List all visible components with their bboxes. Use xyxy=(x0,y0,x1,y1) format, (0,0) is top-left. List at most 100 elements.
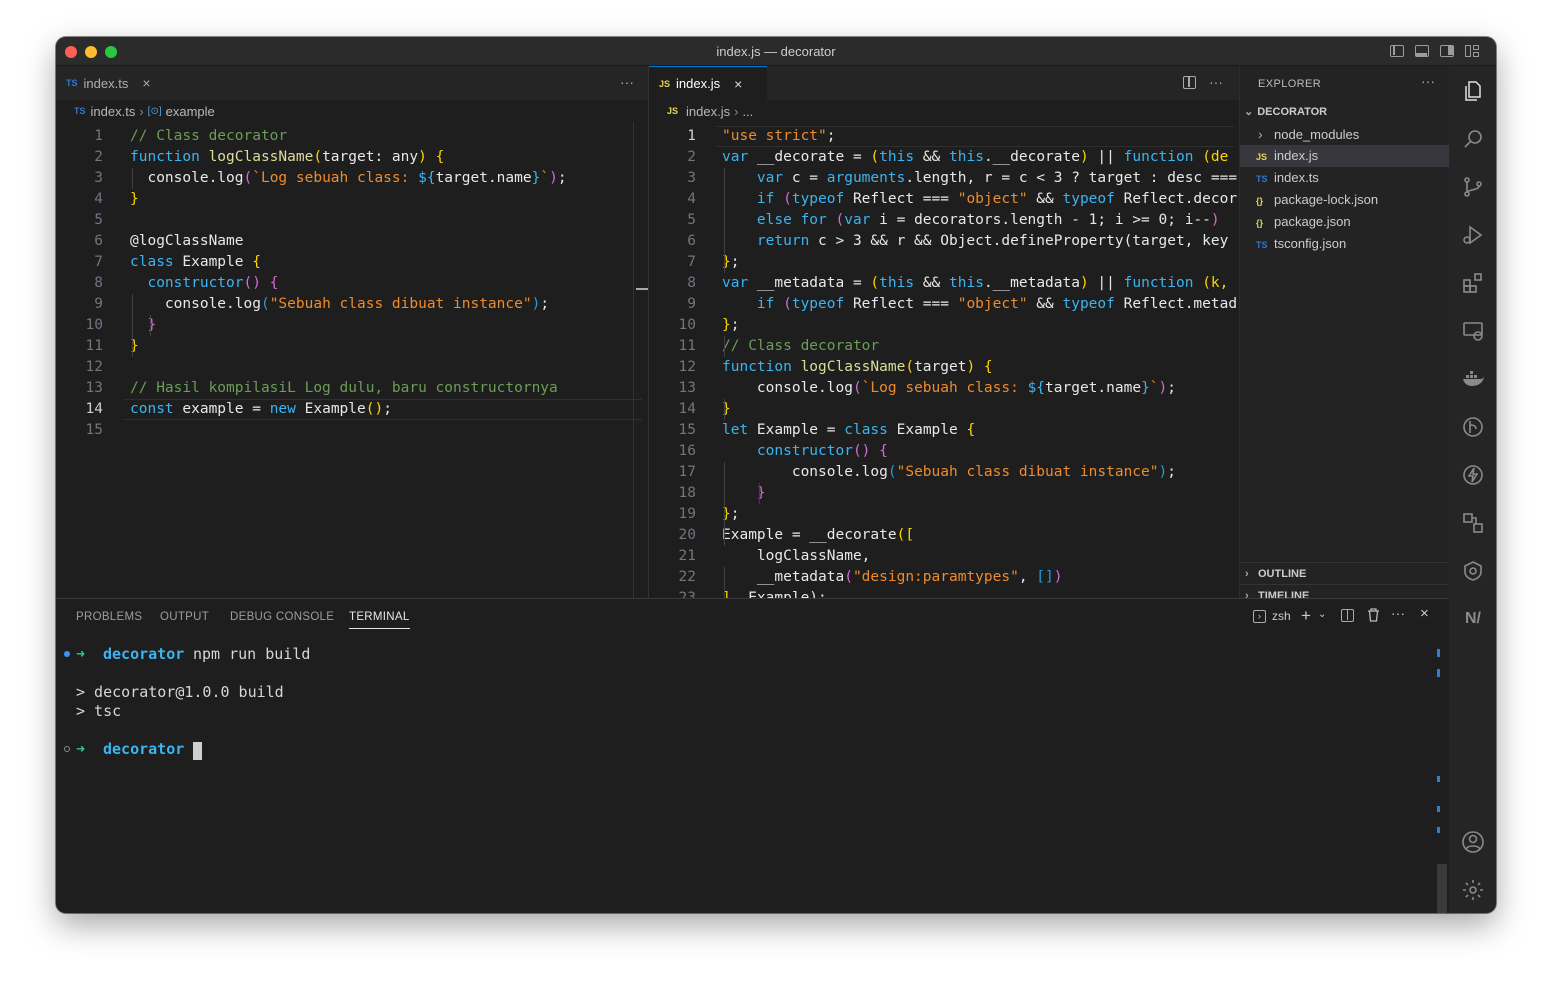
explorer-title: EXPLORER xyxy=(1258,78,1322,90)
settings-icon[interactable] xyxy=(1460,877,1486,903)
more-actions-icon[interactable]: ··· xyxy=(620,74,634,90)
code-token: || xyxy=(1088,149,1124,165)
code-token: this xyxy=(879,149,923,165)
code-token: logClassName xyxy=(208,149,314,165)
file-tree-item[interactable]: {} package-lock.json xyxy=(1240,189,1449,211)
breadcrumb-symbol[interactable]: example xyxy=(166,104,215,119)
root-folder-label: DECORATOR xyxy=(1257,106,1328,118)
js-file-icon: JS xyxy=(1256,152,1268,162)
files-icon[interactable] xyxy=(1460,78,1486,104)
outline-section[interactable]: › OUTLINE xyxy=(1240,562,1449,584)
file-tree-item[interactable]: TS tsconfig.json xyxy=(1240,233,1449,255)
code-token: target.name xyxy=(1045,380,1142,396)
terminal-scrollbar[interactable] xyxy=(1437,864,1447,913)
code-token: } xyxy=(130,317,157,333)
trash-icon[interactable] xyxy=(1367,608,1380,627)
left-code-area[interactable]: 1 // Class decorator 2 function logClassNam… xyxy=(56,122,648,598)
code-token: // Hasil kompilasiL Log dulu, baru const… xyxy=(130,380,558,396)
terminal-shell-selector[interactable]: › zsh xyxy=(1253,609,1291,623)
customize-layout-icon[interactable] xyxy=(1465,45,1479,57)
code-token: } xyxy=(1141,380,1150,396)
code-token: c = xyxy=(791,170,827,186)
code-token: typeof xyxy=(791,191,853,207)
code-token: logClassName, xyxy=(722,548,871,564)
right-code-area[interactable]: 1 "use strict"; 2 var __decorate = (this &&… xyxy=(649,122,1239,598)
more-actions-icon[interactable]: ··· xyxy=(1209,74,1223,90)
line-number: 5 xyxy=(94,212,103,228)
code-line: // Hasil kompilasiL Log dulu, baru const… xyxy=(130,378,558,399)
breadcrumb-symbol[interactable]: ... xyxy=(742,104,753,119)
title-bar: index.js — decorator xyxy=(56,37,1496,66)
gitlens-icon[interactable] xyxy=(1460,414,1486,440)
minimap-scrollbar[interactable] xyxy=(633,122,648,598)
variable-icon: [⊙] xyxy=(147,105,162,117)
file-tree-item[interactable]: {} package.json xyxy=(1240,211,1449,233)
breadcrumb-file[interactable]: index.ts xyxy=(91,104,136,119)
file-tree-item[interactable]: JS index.js xyxy=(1240,145,1449,167)
panel-tab-terminal[interactable]: TERMINAL xyxy=(349,611,410,629)
code-token: && xyxy=(922,275,950,291)
ts-file-icon: TS xyxy=(1256,174,1268,184)
terminal-output-line: > tsc xyxy=(76,702,122,720)
breadcrumb: TS index.ts › [⊙] example xyxy=(56,100,648,122)
code-token: ( xyxy=(313,149,323,165)
search-icon[interactable] xyxy=(1460,126,1486,152)
code-line: constructor() { xyxy=(722,441,888,462)
source-control-icon[interactable] xyxy=(1460,174,1486,200)
account-icon[interactable] xyxy=(1460,829,1486,855)
panel-tab-debug-console[interactable]: DEBUG CONSOLE xyxy=(230,611,334,623)
file-name: tsconfig.json xyxy=(1274,236,1347,251)
file-tree-item[interactable]: TS index.ts xyxy=(1240,167,1449,189)
code-token: ) xyxy=(1053,569,1063,585)
docker-icon[interactable] xyxy=(1460,366,1486,392)
panel-tab-output[interactable]: OUTPUT xyxy=(160,611,209,623)
line-number: 15 xyxy=(85,422,103,438)
toggle-secondary-sidebar-icon[interactable] xyxy=(1440,45,1454,57)
live-share-icon[interactable] xyxy=(1460,510,1486,536)
run-debug-icon[interactable] xyxy=(1460,222,1486,248)
code-token: example = xyxy=(182,401,270,417)
tab-index-js[interactable]: JS index.js × xyxy=(649,66,767,100)
code-token: ) xyxy=(549,170,558,186)
close-icon[interactable]: × xyxy=(734,76,742,92)
chevron-down-icon[interactable]: ⌄ xyxy=(1318,609,1326,620)
split-editor-icon[interactable] xyxy=(1183,76,1196,89)
more-actions-icon[interactable]: ··· xyxy=(1421,73,1435,89)
split-terminal-icon[interactable] xyxy=(1341,609,1354,622)
line-number: 1 xyxy=(94,128,103,144)
code-line: var __decorate = (this && this.__decorat… xyxy=(722,147,1228,168)
security-icon[interactable] xyxy=(1460,558,1486,584)
chevron-right-icon: › xyxy=(1245,568,1249,580)
prompt-arrow-icon: ➜ xyxy=(76,645,86,663)
panel-tab-problems[interactable]: PROBLEMS xyxy=(76,611,142,623)
indent-guide xyxy=(724,462,725,546)
file-tree-item[interactable]: › node_modules xyxy=(1240,123,1449,145)
window-title: index.js — decorator xyxy=(716,44,836,59)
code-token: class xyxy=(844,422,897,438)
code-line: console.log("Sebuah class dibuat instanc… xyxy=(130,294,549,315)
tab-index-ts[interactable]: TS index.ts × xyxy=(56,66,174,100)
code-token: `Log sebuah class: xyxy=(252,170,419,186)
add-terminal-icon[interactable]: + xyxy=(1301,606,1311,626)
breadcrumb-file[interactable]: index.js xyxy=(686,104,730,119)
toggle-sidebar-icon[interactable] xyxy=(1390,45,1404,57)
thunder-client-icon[interactable] xyxy=(1460,462,1486,488)
terminal-icon: › xyxy=(1253,609,1266,623)
explorer-root-folder[interactable]: ⌄ DECORATOR xyxy=(1240,101,1449,123)
toggle-panel-icon[interactable] xyxy=(1415,45,1429,57)
terminal-cursor xyxy=(193,742,202,760)
close-icon[interactable]: × xyxy=(142,75,150,91)
close-panel-icon[interactable]: × xyxy=(1420,605,1429,622)
line-number: 14 xyxy=(85,401,103,417)
code-line: var c = arguments.length, r = c < 3 ? ta… xyxy=(722,168,1237,189)
code-line: } xyxy=(130,189,139,210)
line-number: 3 xyxy=(94,170,103,186)
code-line: function logClassName(target) { xyxy=(722,357,993,378)
line-number: 22 xyxy=(678,569,696,585)
nx-icon[interactable]: N/ xyxy=(1460,606,1486,632)
more-actions-icon[interactable]: ··· xyxy=(1391,605,1405,621)
code-line: constructor() { xyxy=(130,273,278,294)
code-line: if (typeof Reflect === "object" && typeo… xyxy=(722,189,1237,210)
extensions-icon[interactable] xyxy=(1460,270,1486,296)
remote-explorer-icon[interactable] xyxy=(1460,318,1486,344)
